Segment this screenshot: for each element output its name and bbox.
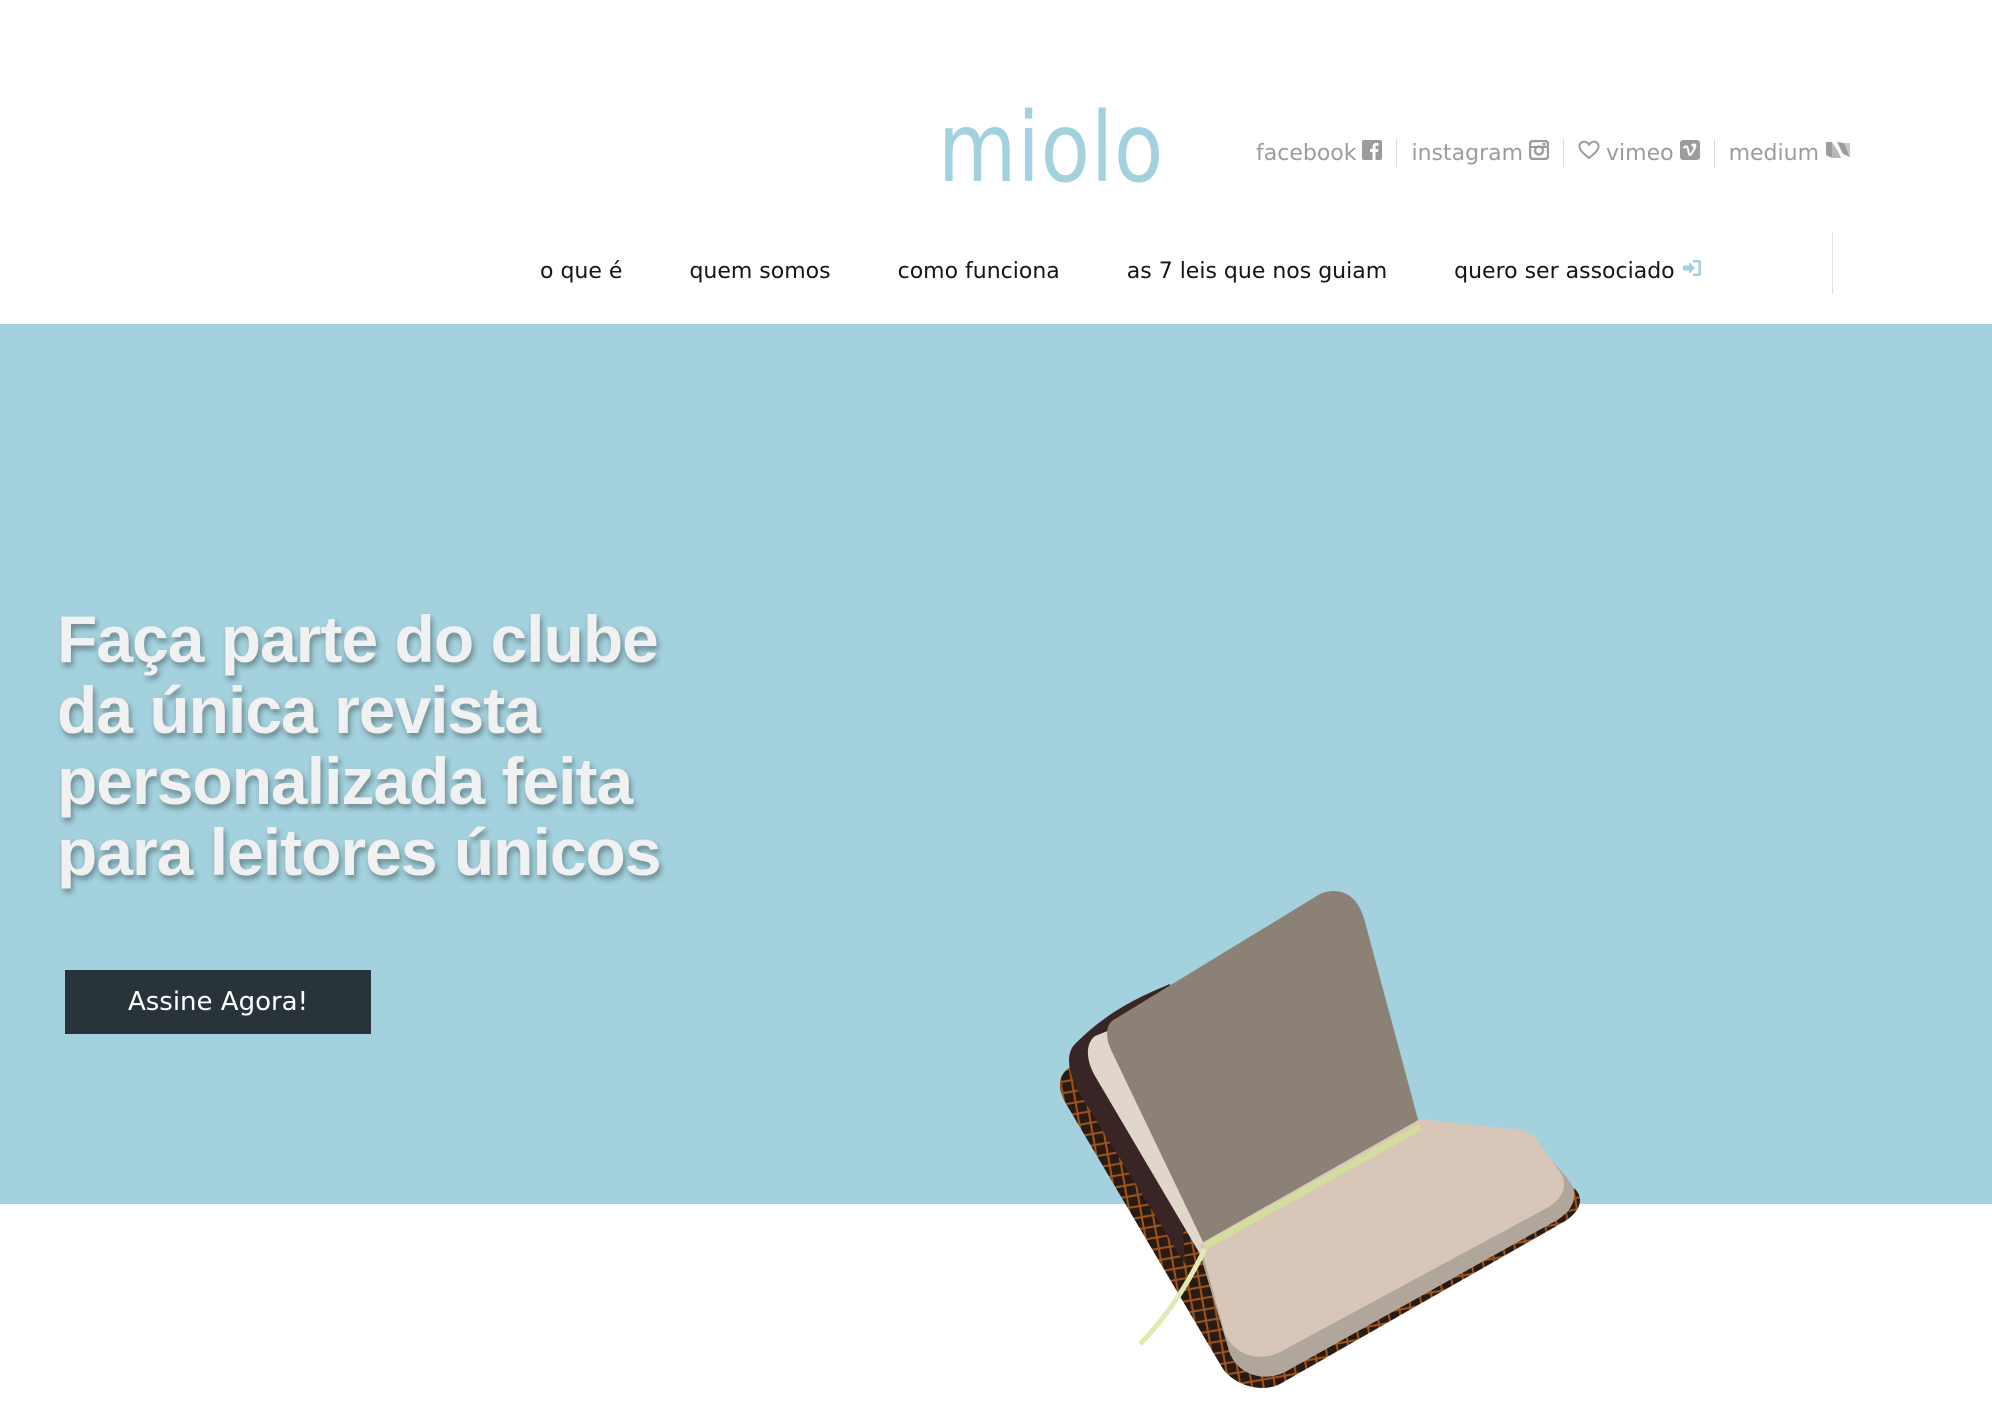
instagram-icon xyxy=(1528,139,1550,166)
nav-item-7-leis[interactable]: as 7 leis que nos guiam xyxy=(1127,259,1387,284)
nav-item-label: quem somos xyxy=(689,258,831,284)
hero-title: Faça parte do clube da única revista per… xyxy=(57,602,662,889)
site-header: miolo facebook instagram vimeo medium o … xyxy=(0,0,1992,324)
medium-icon xyxy=(1825,140,1851,166)
nav-item-label: quero ser associado xyxy=(1454,258,1675,284)
site-logo[interactable]: miolo xyxy=(938,100,1164,196)
social-label-facebook: facebook xyxy=(1256,140,1357,166)
social-divider xyxy=(1713,139,1715,167)
hero-section: Faça parte do clube da única revista per… xyxy=(0,324,1992,1388)
nav-item-label: como funciona xyxy=(897,258,1060,284)
nav-divider xyxy=(1832,232,1833,294)
vimeo-square-icon xyxy=(1679,140,1700,166)
social-link-facebook[interactable]: facebook xyxy=(1256,140,1383,166)
social-divider xyxy=(1396,139,1398,167)
heart-outline-icon xyxy=(1578,140,1600,166)
social-link-medium[interactable]: medium xyxy=(1729,140,1851,166)
nav-item-o-que-e[interactable]: o que é xyxy=(540,259,622,284)
nav-item-quem-somos[interactable]: quem somos xyxy=(689,259,830,284)
subscribe-button[interactable]: Assine Agora! xyxy=(65,970,371,1034)
open-notebook-image xyxy=(1059,891,1580,1388)
nav-item-label: as 7 leis que nos guiam xyxy=(1126,258,1388,284)
facebook-square-icon xyxy=(1362,140,1383,166)
sign-in-icon xyxy=(1681,258,1703,284)
social-label-instagram: instagram xyxy=(1411,140,1524,166)
main-nav: o que é quem somos como funciona as 7 le… xyxy=(540,258,1703,284)
nav-item-quero-ser-associado[interactable]: quero ser associado xyxy=(1454,258,1702,284)
social-links: facebook instagram vimeo medium xyxy=(1256,135,1851,171)
social-label-medium: medium xyxy=(1728,140,1820,166)
social-label-vimeo: vimeo xyxy=(1606,140,1674,166)
nav-item-label: o que é xyxy=(540,258,623,284)
social-link-vimeo[interactable]: vimeo xyxy=(1578,140,1700,166)
social-link-instagram[interactable]: instagram xyxy=(1411,139,1550,166)
nav-item-como-funciona[interactable]: como funciona xyxy=(898,259,1060,284)
social-divider xyxy=(1563,139,1565,167)
